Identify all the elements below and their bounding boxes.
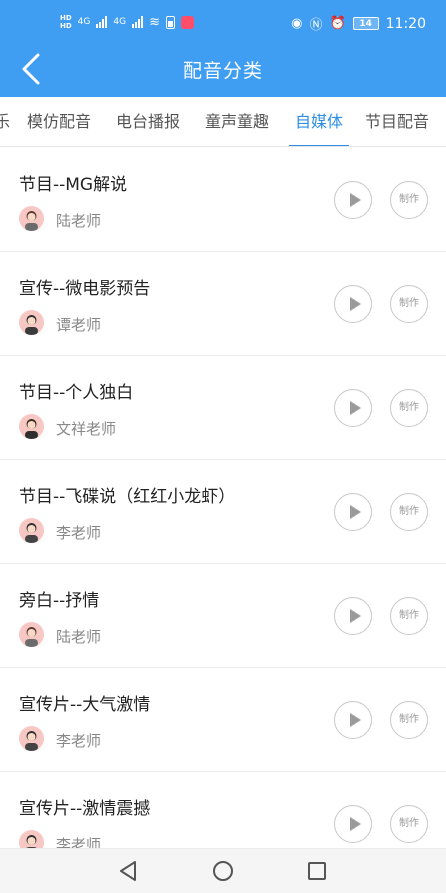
voice-list: 节目--MG解说 陆老师 制作 宣传--微电影预告 谭老师 制作 节目--个人独… <box>0 148 446 848</box>
item-title: 节目--飞碟说（红红小龙虾） <box>19 487 236 507</box>
avatar <box>19 518 44 543</box>
list-item[interactable]: 宣传片--大气激情 李老师 制作 <box>0 668 446 772</box>
status-left-icons: HD HD 4G 4G ≋ <box>60 14 194 30</box>
list-item[interactable]: 宣传--微电影预告 谭老师 制作 <box>0 252 446 356</box>
category-tabs: 乐 模仿配音 电台播报 童声童趣 自媒体 节目配音 <box>0 97 446 147</box>
play-button[interactable] <box>334 389 372 427</box>
play-button[interactable] <box>334 181 372 219</box>
teacher-name: 文祥老师 <box>56 420 117 438</box>
network-type-2: 4G <box>113 17 127 27</box>
make-button[interactable]: 制作 <box>390 805 428 843</box>
alarm-icon: ⏰ <box>329 16 346 31</box>
app-notification-icon <box>180 15 194 29</box>
small-battery-icon <box>165 15 175 29</box>
tab-imitation[interactable]: 模仿配音 <box>27 97 91 146</box>
teacher-name: 李老师 <box>56 836 102 848</box>
tab-program[interactable]: 节目配音 <box>365 97 429 146</box>
make-button[interactable]: 制作 <box>390 285 428 323</box>
status-bar: HD HD 4G 4G ≋ ◉ Ⓝ ⏰ 14 11:20 <box>0 0 446 48</box>
signal-icon <box>96 16 108 28</box>
nav-back-icon[interactable] <box>118 860 138 882</box>
status-time: 11:20 <box>385 15 426 32</box>
list-item[interactable]: 节目--MG解说 陆老师 制作 <box>0 148 446 252</box>
list-item[interactable]: 旁白--抒情 陆老师 制作 <box>0 564 446 668</box>
play-button[interactable] <box>334 805 372 843</box>
teacher-name: 李老师 <box>56 524 102 542</box>
nav-recents-icon[interactable] <box>308 862 326 880</box>
nfc-icon: Ⓝ <box>309 18 323 33</box>
avatar <box>19 830 44 848</box>
eye-icon: ◉ <box>291 16 303 31</box>
tab-music[interactable]: 乐 <box>0 97 10 146</box>
avatar <box>19 414 44 439</box>
tab-self-media[interactable]: 自媒体 <box>288 97 350 146</box>
play-button[interactable] <box>334 701 372 739</box>
teacher-name: 谭老师 <box>56 316 102 334</box>
item-title: 节目--MG解说 <box>19 175 128 195</box>
play-button[interactable] <box>334 493 372 531</box>
battery-level: 14 <box>359 18 372 29</box>
item-title: 宣传--微电影预告 <box>19 279 151 299</box>
network-type-1: 4G <box>77 17 91 27</box>
avatar <box>19 622 44 647</box>
list-item[interactable]: 节目--个人独白 文祥老师 制作 <box>0 356 446 460</box>
battery-icon: 14 <box>352 17 379 30</box>
item-title: 节目--个人独白 <box>19 383 134 403</box>
list-item[interactable]: 节目--飞碟说（红红小龙虾） 李老师 制作 <box>0 460 446 564</box>
avatar <box>19 310 44 335</box>
make-button[interactable]: 制作 <box>390 389 428 427</box>
tab-radio[interactable]: 电台播报 <box>116 97 180 146</box>
system-nav-bar <box>0 848 446 893</box>
avatar <box>19 726 44 751</box>
status-right-icons: ◉ Ⓝ ⏰ 14 11:20 <box>291 14 426 34</box>
item-title: 宣传片--大气激情 <box>19 695 151 715</box>
item-title: 旁白--抒情 <box>19 591 100 611</box>
hd-icon: HD HD <box>60 14 72 30</box>
tab-kids-voice[interactable]: 童声童趣 <box>205 97 269 146</box>
make-button[interactable]: 制作 <box>390 181 428 219</box>
play-button[interactable] <box>334 285 372 323</box>
make-button[interactable]: 制作 <box>390 493 428 531</box>
teacher-name: 陆老师 <box>56 212 102 230</box>
nav-home-icon[interactable] <box>213 861 233 881</box>
signal-icon-2 <box>132 16 144 28</box>
teacher-name: 陆老师 <box>56 628 102 646</box>
item-title: 宣传片--激情震撼 <box>19 799 151 819</box>
wifi-icon: ≋ <box>149 14 160 30</box>
teacher-name: 李老师 <box>56 732 102 750</box>
play-button[interactable] <box>334 597 372 635</box>
make-button[interactable]: 制作 <box>390 701 428 739</box>
make-button[interactable]: 制作 <box>390 597 428 635</box>
app-header: HD HD 4G 4G ≋ ◉ Ⓝ ⏰ 14 11:20 配音分类 <box>0 0 446 97</box>
avatar <box>19 206 44 231</box>
list-item[interactable]: 宣传片--激情震撼 李老师 制作 <box>0 772 446 848</box>
page-title: 配音分类 <box>182 60 263 82</box>
